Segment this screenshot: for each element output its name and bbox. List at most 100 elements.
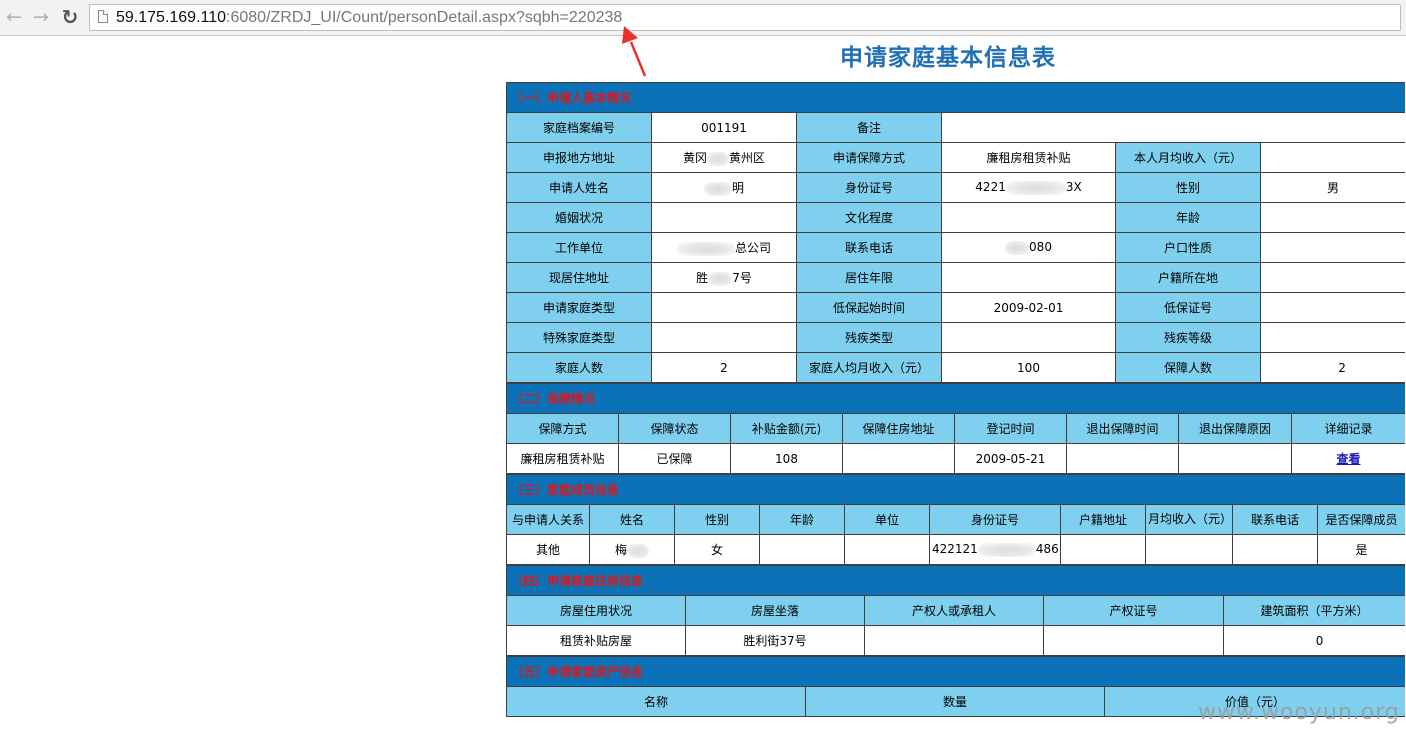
education-value <box>941 202 1116 233</box>
column-header: 性别 <box>674 504 760 535</box>
id-part-a: 4221 <box>975 180 1006 195</box>
field-label: 户口性质 <box>1115 232 1261 263</box>
section-header-applicant: （一）申请人基本情况 <box>506 82 1405 113</box>
table-row: 特殊家庭类型 残疾类型 残疾等级 <box>506 322 1405 353</box>
watermark: www.wooyun.org <box>1198 700 1400 725</box>
column-header: 是否保障成员 <box>1316 504 1405 535</box>
employer-part: 总公司 <box>734 241 771 255</box>
section-title: （二）保障情况 <box>506 383 1405 414</box>
page-icon <box>98 10 108 23</box>
applicant-basic-table: （一）申请人基本情况 家庭档案编号 001191 备注 申报地方地址 黄冈 黄州区… <box>506 82 1405 383</box>
member-id-cell: 422121 486 <box>929 534 1061 565</box>
column-header: 退出保障原因 <box>1178 413 1292 444</box>
field-label: 低保起始时间 <box>796 292 942 323</box>
forward-arrow-icon[interactable]: → <box>30 6 52 28</box>
field-label: 年龄 <box>1115 202 1261 233</box>
gender-value: 男 <box>1259 172 1405 203</box>
column-header: 单位 <box>844 504 930 535</box>
column-header: 与申请人关系 <box>506 504 590 535</box>
housing-table: （四）申请家庭住房信息 房屋住用状况 房屋坐落 产权人或承租人 产权证号 建筑面… <box>506 565 1405 656</box>
family-members-table: （三）家庭成员信息 与申请人关系 姓名 性别 年龄 单位 身份证号 户籍地址 月… <box>506 474 1405 565</box>
field-label: 家庭档案编号 <box>506 112 652 143</box>
table-row: 婚姻状况 文化程度 年龄 <box>506 202 1405 233</box>
table-cell <box>759 534 845 565</box>
field-label: 居住年限 <box>796 262 942 293</box>
field-label: 申报地方地址 <box>506 142 652 173</box>
column-header: 登记时间 <box>954 413 1067 444</box>
info-form: （一）申请人基本情况 家庭档案编号 001191 备注 申报地方地址 黄冈 黄州区… <box>506 82 1405 742</box>
browser-toolbar: ← → ↻ 59.175.169.110:6080/ZRDJ_UI/Count/… <box>0 0 1406 36</box>
column-header: 身份证号 <box>929 504 1061 535</box>
table-row: 家庭档案编号 001191 备注 <box>506 112 1405 143</box>
hukou-type-value <box>1259 232 1405 263</box>
table-row: 申请家庭类型 低保起始时间 2009-02-01 低保证号 <box>506 292 1405 323</box>
family-type-value <box>651 292 797 323</box>
column-header: 名称 <box>506 686 806 717</box>
address-bar[interactable]: 59.175.169.110:6080/ZRDJ_UI/Count/person… <box>89 4 1401 31</box>
field-label: 保障人数 <box>1115 352 1261 383</box>
table-header-row: 房屋住用状况 房屋坐落 产权人或承租人 产权证号 建筑面积（平方米） <box>506 595 1405 626</box>
column-header: 联系电话 <box>1232 504 1318 535</box>
section-title: （四）申请家庭住房信息 <box>506 565 1405 596</box>
column-header: 产权人或承租人 <box>864 595 1044 626</box>
field-label: 现居住地址 <box>506 262 652 293</box>
field-label: 申请人姓名 <box>506 172 652 203</box>
member-id-part-b: 486 <box>1035 542 1059 557</box>
table-cell: 2009-05-21 <box>954 443 1067 474</box>
field-label: 文化程度 <box>796 202 942 233</box>
table-row: 租赁补贴房屋 胜利街37号 0 <box>506 625 1405 656</box>
back-arrow-icon[interactable]: ← <box>3 6 25 28</box>
family-size-value: 2 <box>651 352 797 383</box>
table-cell <box>844 534 930 565</box>
section-header-housing: （四）申请家庭住房信息 <box>506 565 1405 596</box>
member-id-part-a: 422121 <box>932 542 978 557</box>
url-host: 59.175.169.110 <box>116 9 227 26</box>
per-capita-income-value: 100 <box>941 352 1116 383</box>
disability-level-value <box>1259 322 1405 353</box>
redaction-blur <box>627 543 649 558</box>
url-text[interactable]: 59.175.169.110:6080/ZRDJ_UI/Count/person… <box>116 8 622 28</box>
table-cell <box>864 625 1044 656</box>
table-row: 其他 梅 女 422121 486 是 <box>506 534 1405 565</box>
page-title: 申请家庭基本信息表 <box>840 44 1056 71</box>
table-cell: 胜利街37号 <box>685 625 865 656</box>
redaction-blur <box>707 151 729 166</box>
file-number-value: 001191 <box>651 112 797 143</box>
marital-value <box>651 202 797 233</box>
name-part: 明 <box>731 181 744 195</box>
redaction-blur <box>977 542 1036 557</box>
field-label: 特殊家庭类型 <box>506 322 652 353</box>
section-title: （三）家庭成员信息 <box>506 474 1405 505</box>
column-header: 补贴金额(元) <box>730 413 843 444</box>
table-header-row: 与申请人关系 姓名 性别 年龄 单位 身份证号 户籍地址 月均收入（元） 联系电… <box>506 504 1405 535</box>
table-cell: 已保障 <box>618 443 731 474</box>
member-name-cell: 梅 <box>589 534 675 565</box>
table-cell: 其他 <box>506 534 590 565</box>
url-path: :6080/ZRDJ_UI/Count/personDetail.aspx?sq… <box>226 9 623 26</box>
field-label: 残疾等级 <box>1115 322 1261 353</box>
view-detail-link[interactable]: 查看 <box>1337 452 1361 466</box>
column-header: 月均收入（元） <box>1145 504 1233 535</box>
table-cell: 廉租房租赁补贴 <box>506 443 619 474</box>
field-label: 工作单位 <box>506 232 652 263</box>
employer-value: 总公司 <box>651 232 797 263</box>
table-cell <box>1145 534 1233 565</box>
table-cell <box>1178 443 1292 474</box>
field-label: 低保证号 <box>1115 292 1261 323</box>
remark-value <box>940 112 1405 143</box>
column-header: 年龄 <box>759 504 845 535</box>
guarantee-mode-value: 廉租房租赁补贴 <box>941 142 1116 173</box>
column-header: 建筑面积（平方米） <box>1222 595 1405 626</box>
field-label: 性别 <box>1115 172 1261 203</box>
id-part-b: 3X <box>1065 180 1082 195</box>
phone-value: 080 <box>941 232 1116 263</box>
detail-cell: 查看 <box>1290 443 1405 474</box>
reload-icon[interactable]: ↻ <box>59 6 81 28</box>
column-header: 房屋坐落 <box>685 595 865 626</box>
id-number-value: 4221 3X <box>941 172 1116 203</box>
table-cell: 108 <box>730 443 843 474</box>
section-header-family: （三）家庭成员信息 <box>506 474 1405 505</box>
field-label: 户籍所在地 <box>1115 262 1261 293</box>
disability-type-value <box>941 322 1116 353</box>
table-row: 工作单位 总公司 联系电话 080 户口性质 <box>506 232 1405 263</box>
